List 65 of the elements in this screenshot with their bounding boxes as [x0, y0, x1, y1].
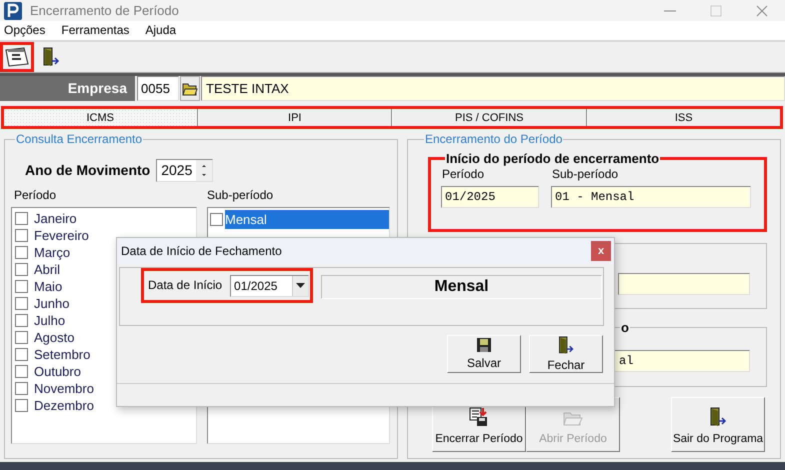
- tab[interactable]: IPI: [198, 108, 392, 127]
- date-combo[interactable]: 01/2025: [230, 274, 309, 296]
- checkbox[interactable]: [15, 246, 28, 260]
- company-name-field[interactable]: TESTE INTAX: [201, 76, 785, 101]
- period-item[interactable]: Novembro: [12, 380, 196, 398]
- checkbox[interactable]: [15, 297, 28, 310]
- tab[interactable]: ICMS: [3, 108, 198, 127]
- checkbox[interactable]: [15, 229, 28, 242]
- period-item[interactable]: Dezembro: [12, 397, 196, 414]
- period-field[interactable]: 01/2025: [441, 186, 539, 208]
- checkbox[interactable]: [15, 348, 28, 362]
- checkbox[interactable]: [15, 399, 28, 412]
- period-item[interactable]: Setembro: [12, 346, 196, 364]
- toolbar-button[interactable]: [0, 42, 34, 72]
- period-item[interactable]: Junho: [12, 295, 196, 312]
- period-label: Período: [14, 188, 56, 202]
- checkbox[interactable]: [15, 263, 28, 276]
- period-item[interactable]: Outubro: [12, 363, 196, 380]
- menu-item[interactable]: Ajuda: [145, 23, 176, 38]
- date-label: Data de Início: [148, 278, 222, 293]
- save-button[interactable]: Salvar: [447, 335, 521, 373]
- menu-item[interactable]: Ferramentas: [61, 23, 130, 38]
- floppy-icon: [476, 337, 492, 354]
- document-disk-icon: [469, 407, 489, 428]
- group-title: Consulta Encerramento: [15, 133, 144, 145]
- window-title: Encerramento de Período: [30, 2, 179, 18]
- exit-door-icon: [709, 407, 727, 428]
- period-item[interactable]: Julho: [12, 312, 196, 330]
- folder-icon: [182, 81, 198, 96]
- period-item[interactable]: Abril: [12, 261, 196, 278]
- checkbox[interactable]: [15, 365, 28, 378]
- period-label: Período: [442, 167, 484, 182]
- period-item[interactable]: Janeiro: [12, 210, 196, 228]
- subperiod-item[interactable]: Mensal: [225, 210, 389, 230]
- year-label: Ano de Movimento: [25, 162, 150, 179]
- group-title: Encerramento do Período: [424, 133, 564, 145]
- checkbox[interactable]: [15, 314, 28, 328]
- group-title: o: [620, 321, 630, 334]
- open-folder-button[interactable]: [180, 76, 200, 101]
- tab[interactable]: PIS / COFINS: [392, 108, 586, 127]
- close-button[interactable]: Fechar: [529, 335, 603, 373]
- subperiod-label: Sub-período: [552, 167, 618, 182]
- checkbox[interactable]: [210, 213, 223, 226]
- menu-item[interactable]: Opções: [4, 23, 46, 38]
- action-button[interactable]: Sair do Programa: [671, 397, 765, 452]
- date-field[interactable]: [618, 273, 750, 295]
- dialog-title: Data de Início de Fechamento: [121, 244, 282, 258]
- checkbox[interactable]: [15, 331, 28, 344]
- company-code-field[interactable]: 0055: [137, 76, 179, 101]
- period-item[interactable]: Agosto: [12, 329, 196, 346]
- company-label: Empresa: [0, 76, 135, 101]
- checkbox[interactable]: [15, 280, 28, 294]
- subperiod-field[interactable]: 01 - Mensal: [551, 186, 751, 208]
- checkbox[interactable]: [15, 212, 28, 226]
- period-item[interactable]: Fevereiro: [12, 227, 196, 244]
- dropdown-arrow-icon[interactable]: [296, 283, 305, 288]
- close-button[interactable]: x: [591, 241, 611, 261]
- group-title: Início do período de encerramento: [445, 152, 660, 165]
- year-spinner[interactable]: 2025: [156, 159, 214, 182]
- exit-door-icon: [557, 336, 575, 355]
- calendar-icon: [4, 46, 30, 68]
- subperiod-label: Sub-período: [207, 188, 274, 202]
- checkbox[interactable]: [15, 382, 28, 396]
- subperiod-display: Mensal: [321, 275, 602, 299]
- exit-door-icon: [42, 47, 60, 67]
